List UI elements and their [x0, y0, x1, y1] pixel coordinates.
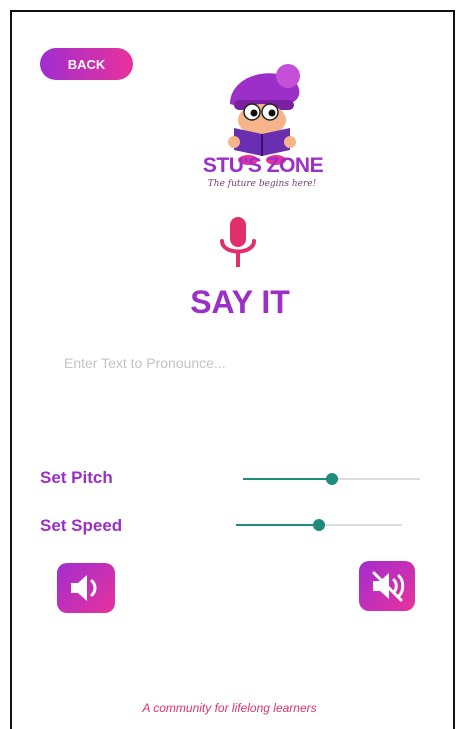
mute-icon [372, 571, 405, 602]
back-button[interactable]: BACK [40, 48, 133, 80]
page-title: SAY IT [190, 284, 290, 320]
brand-name: STU'S ZONE [202, 154, 324, 177]
speed-slider-thumb[interactable] [313, 519, 325, 531]
pitch-slider-thumb[interactable] [325, 473, 338, 485]
speed-label: Set Speed [40, 516, 123, 535]
speed-slider[interactable] [236, 514, 402, 536]
speaker-icon [71, 575, 97, 601]
pitch-slider[interactable] [243, 468, 420, 490]
mute-button[interactable] [359, 561, 415, 611]
speed-slider-fill [236, 524, 319, 526]
pronounce-text-input[interactable] [60, 346, 428, 380]
speak-button[interactable] [57, 563, 115, 613]
pitch-label: Set Pitch [40, 468, 113, 487]
footer-text: A community for lifelong learners [142, 701, 317, 715]
brand-tagline: The future begins here! [207, 179, 317, 189]
microphone-icon [220, 217, 256, 267]
pitch-slider-fill [243, 478, 332, 480]
